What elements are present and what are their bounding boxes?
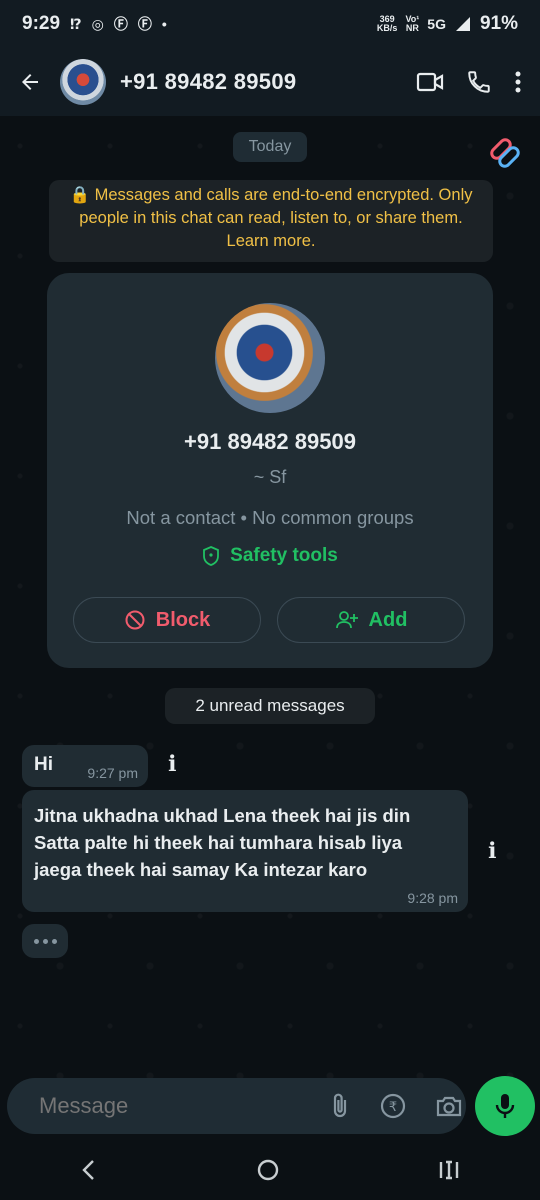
voice-message-button[interactable] <box>475 1076 535 1136</box>
encryption-notice[interactable]: 🔒 Messages and calls are end-to-end encr… <box>49 180 493 262</box>
shield-icon <box>203 546 220 566</box>
more-options-icon[interactable] <box>514 70 522 94</box>
microphone-icon <box>495 1094 515 1118</box>
net-speed: 369 KB/s <box>376 14 398 33</box>
whatsapp-icon: ◎ <box>91 15 104 32</box>
back-arrow-icon <box>22 74 38 90</box>
signal-icon <box>455 17 470 31</box>
notification-icon: ⁉ <box>70 15 82 32</box>
block-label: Block <box>155 608 211 631</box>
safety-tools-link[interactable]: Safety tools <box>47 545 493 567</box>
video-call-icon[interactable] <box>416 68 444 96</box>
unread-messages-banner: 2 unread messages <box>165 688 375 724</box>
message-info-icon[interactable]: ℹ <box>168 751 176 777</box>
nav-home-icon[interactable] <box>256 1158 280 1182</box>
more-notifications-dot: • <box>161 16 167 32</box>
nav-back-icon[interactable] <box>79 1158 99 1182</box>
payment-icon[interactable]: ₹ <box>379 1092 407 1120</box>
message-bubble[interactable]: Hi 9:27 pm <box>22 745 148 787</box>
volte-indicator: Vo¹ NR <box>405 14 420 33</box>
add-person-icon <box>335 611 358 629</box>
add-contact-button[interactable]: Add <box>277 597 465 643</box>
nav-recents-icon[interactable] <box>437 1158 461 1182</box>
battery-level: 91% <box>479 13 518 34</box>
message-text: Jitna ukhadna ukhad Lena theek hai jis d… <box>34 805 411 880</box>
typing-indicator <box>22 924 68 958</box>
avatar[interactable] <box>60 59 106 105</box>
safety-tools-label: Safety tools <box>230 545 338 566</box>
facebook-icon: Ⓕ <box>113 16 128 32</box>
message-info-icon[interactable]: ℹ <box>488 838 496 864</box>
message-text: Hi <box>34 754 53 775</box>
message-composer[interactable]: ₹ <box>7 1078 466 1134</box>
card-phone-number: +91 89482 89509 <box>184 429 356 454</box>
message-input[interactable] <box>37 1092 329 1120</box>
status-time: 9:29 <box>22 13 61 34</box>
system-nav-bar <box>0 1140 540 1200</box>
message-time: 9:27 pm <box>87 765 138 781</box>
facebook-icon: Ⓕ <box>137 16 152 32</box>
block-icon <box>125 610 145 630</box>
date-separator: Today <box>233 132 307 162</box>
status-bar: 9:29 ⁉ ◎ Ⓕ Ⓕ • 369 KB/s Vo¹ NR 5G 91% <box>0 0 540 48</box>
chat-header: +91 89482 89509 <box>0 48 540 116</box>
message-time: 9:28 pm <box>407 890 458 906</box>
voice-call-icon[interactable] <box>466 69 492 95</box>
card-contact-meta: Not a contact • No common groups <box>126 507 414 528</box>
floating-app-icon[interactable] <box>482 130 528 176</box>
back-button[interactable] <box>0 48 60 116</box>
contact-info-card: +91 89482 89509 ~ Sf Not a contact • No … <box>47 273 493 668</box>
message-bubble[interactable]: Jitna ukhadna ukhad Lena theek hai jis d… <box>22 790 468 912</box>
attach-icon[interactable] <box>329 1092 351 1120</box>
block-button[interactable]: Block <box>73 597 261 643</box>
chat-area[interactable]: Today 🔒 Messages and calls are end-to-en… <box>0 116 540 1078</box>
camera-icon[interactable] <box>435 1093 463 1119</box>
svg-text:₹: ₹ <box>389 1100 397 1115</box>
card-contact-name: ~ Sf <box>253 467 287 487</box>
contact-title[interactable]: +91 89482 89509 <box>120 69 416 95</box>
add-label: Add <box>368 608 408 631</box>
contact-avatar[interactable] <box>215 303 325 413</box>
network-type: 5G <box>427 16 446 32</box>
